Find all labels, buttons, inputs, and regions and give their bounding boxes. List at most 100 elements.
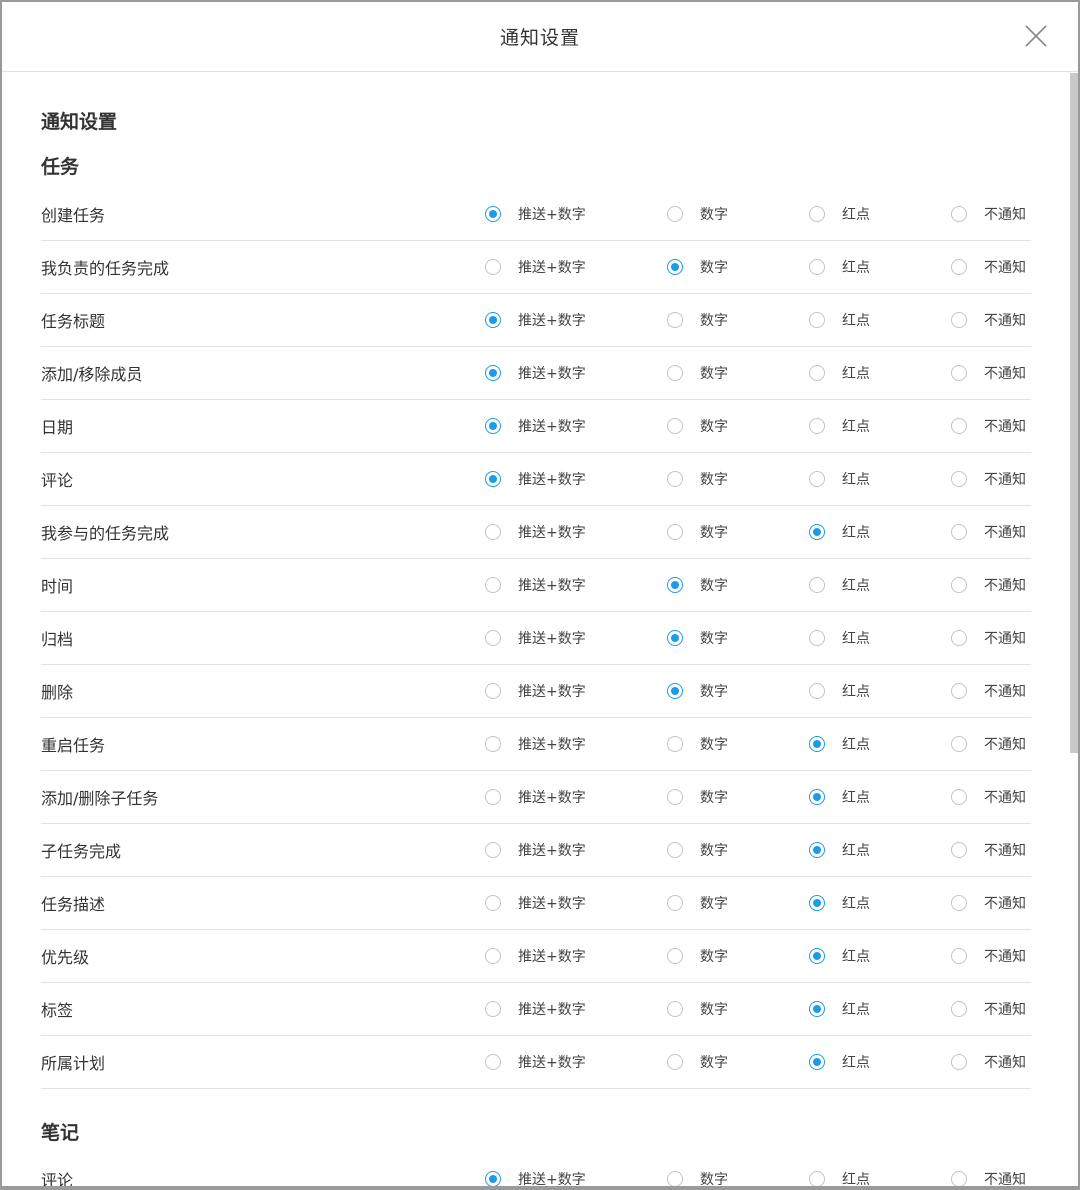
radio-option[interactable]: 推送+数字 <box>485 734 586 754</box>
radio-option[interactable]: 不通知 <box>951 469 1026 489</box>
radio-button[interactable] <box>809 1001 825 1017</box>
radio-option[interactable]: 不通知 <box>951 999 1026 1019</box>
radio-button[interactable] <box>809 312 825 328</box>
radio-option[interactable]: 不通知 <box>951 787 1026 807</box>
radio-option[interactable]: 不通知 <box>951 257 1026 277</box>
radio-option[interactable]: 红点 <box>809 999 870 1019</box>
radio-button[interactable] <box>485 471 501 487</box>
radio-option[interactable]: 数字 <box>667 1169 728 1186</box>
radio-option[interactable]: 推送+数字 <box>485 1052 586 1072</box>
radio-button[interactable] <box>809 842 825 858</box>
radio-button[interactable] <box>485 842 501 858</box>
radio-button[interactable] <box>667 948 683 964</box>
radio-option[interactable]: 不通知 <box>951 575 1026 595</box>
radio-button[interactable] <box>667 630 683 646</box>
radio-option[interactable]: 不通知 <box>951 1052 1026 1072</box>
radio-option[interactable]: 数字 <box>667 469 728 489</box>
radio-option[interactable]: 数字 <box>667 257 728 277</box>
radio-button[interactable] <box>485 683 501 699</box>
radio-button[interactable] <box>951 895 967 911</box>
radio-button[interactable] <box>667 895 683 911</box>
radio-button[interactable] <box>951 1171 967 1186</box>
radio-button[interactable] <box>951 842 967 858</box>
radio-option[interactable]: 不通知 <box>951 840 1026 860</box>
radio-option[interactable]: 数字 <box>667 363 728 383</box>
radio-option[interactable]: 红点 <box>809 416 870 436</box>
radio-option[interactable]: 推送+数字 <box>485 840 586 860</box>
radio-button[interactable] <box>951 683 967 699</box>
radio-button[interactable] <box>951 365 967 381</box>
radio-option[interactable]: 不通知 <box>951 310 1026 330</box>
radio-option[interactable]: 数字 <box>667 628 728 648</box>
radio-button[interactable] <box>667 789 683 805</box>
radio-option[interactable]: 红点 <box>809 946 870 966</box>
radio-button[interactable] <box>951 206 967 222</box>
radio-button[interactable] <box>809 365 825 381</box>
radio-button[interactable] <box>951 1054 967 1070</box>
radio-option[interactable]: 数字 <box>667 840 728 860</box>
radio-option[interactable]: 数字 <box>667 1052 728 1072</box>
radio-button[interactable] <box>667 524 683 540</box>
radio-button[interactable] <box>809 736 825 752</box>
radio-button[interactable] <box>485 1001 501 1017</box>
radio-option[interactable]: 推送+数字 <box>485 204 586 224</box>
radio-option[interactable]: 数字 <box>667 310 728 330</box>
radio-button[interactable] <box>951 948 967 964</box>
radio-option[interactable]: 数字 <box>667 787 728 807</box>
radio-option[interactable]: 数字 <box>667 734 728 754</box>
radio-button[interactable] <box>485 630 501 646</box>
radio-option[interactable]: 红点 <box>809 1052 870 1072</box>
radio-option[interactable]: 红点 <box>809 787 870 807</box>
radio-option[interactable]: 不通知 <box>951 681 1026 701</box>
radio-button[interactable] <box>951 471 967 487</box>
radio-button[interactable] <box>667 842 683 858</box>
radio-option[interactable]: 红点 <box>809 1169 870 1186</box>
radio-button[interactable] <box>809 471 825 487</box>
radio-button[interactable] <box>667 1001 683 1017</box>
radio-button[interactable] <box>485 524 501 540</box>
radio-button[interactable] <box>667 365 683 381</box>
radio-option[interactable]: 数字 <box>667 204 728 224</box>
radio-option[interactable]: 不通知 <box>951 946 1026 966</box>
radio-button[interactable] <box>809 948 825 964</box>
radio-option[interactable]: 推送+数字 <box>485 257 586 277</box>
radio-button[interactable] <box>809 524 825 540</box>
radio-option[interactable]: 推送+数字 <box>485 946 586 966</box>
radio-button[interactable] <box>485 312 501 328</box>
radio-button[interactable] <box>485 365 501 381</box>
radio-option[interactable]: 红点 <box>809 893 870 913</box>
radio-option[interactable]: 红点 <box>809 628 870 648</box>
radio-option[interactable]: 不通知 <box>951 416 1026 436</box>
radio-option[interactable]: 推送+数字 <box>485 310 586 330</box>
radio-button[interactable] <box>809 1171 825 1186</box>
radio-button[interactable] <box>485 206 501 222</box>
radio-button[interactable] <box>485 1054 501 1070</box>
radio-button[interactable] <box>667 418 683 434</box>
radio-button[interactable] <box>667 471 683 487</box>
radio-option[interactable]: 不通知 <box>951 522 1026 542</box>
radio-button[interactable] <box>485 259 501 275</box>
radio-button[interactable] <box>667 1171 683 1186</box>
radio-button[interactable] <box>485 895 501 911</box>
radio-button[interactable] <box>485 1171 501 1186</box>
radio-option[interactable]: 不通知 <box>951 204 1026 224</box>
radio-option[interactable]: 数字 <box>667 893 728 913</box>
radio-option[interactable]: 推送+数字 <box>485 416 586 436</box>
radio-button[interactable] <box>485 418 501 434</box>
radio-option[interactable]: 推送+数字 <box>485 787 586 807</box>
radio-option[interactable]: 不通知 <box>951 363 1026 383</box>
radio-option[interactable]: 推送+数字 <box>485 469 586 489</box>
radio-button[interactable] <box>667 683 683 699</box>
radio-button[interactable] <box>809 1054 825 1070</box>
radio-option[interactable]: 数字 <box>667 681 728 701</box>
radio-option[interactable]: 推送+数字 <box>485 575 586 595</box>
radio-option[interactable]: 数字 <box>667 522 728 542</box>
radio-option[interactable]: 推送+数字 <box>485 363 586 383</box>
radio-option[interactable]: 红点 <box>809 840 870 860</box>
radio-button[interactable] <box>951 259 967 275</box>
radio-option[interactable]: 红点 <box>809 522 870 542</box>
radio-button[interactable] <box>809 418 825 434</box>
radio-button[interactable] <box>809 789 825 805</box>
radio-button[interactable] <box>951 524 967 540</box>
radio-button[interactable] <box>951 418 967 434</box>
